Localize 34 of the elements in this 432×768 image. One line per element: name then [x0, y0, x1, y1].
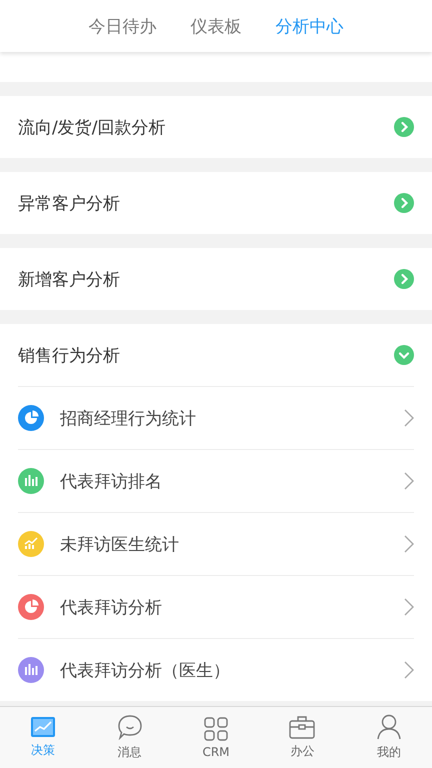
expand-icon[interactable] [394, 117, 414, 137]
briefcase-icon [289, 715, 316, 739]
nav-tab[interactable]: CRM [172, 707, 260, 768]
nav-tab[interactable]: 办公 [259, 707, 346, 768]
expand-icon[interactable] [394, 193, 414, 213]
menu-item[interactable]: 招商经理行为统计 [60, 406, 404, 430]
grid-icon [204, 716, 228, 740]
nav-tab[interactable]: 消息 [86, 707, 173, 768]
menu-item[interactable]: 未拜访医生统计 [60, 532, 404, 556]
chevron-right-icon [404, 661, 414, 679]
bar-chart-icon [18, 657, 44, 683]
nav-tab[interactable]: 我的 [346, 707, 432, 768]
bar-chart-icon [18, 468, 44, 494]
chevron-right-icon [404, 598, 414, 616]
section-title[interactable]: 新增客户分析 [18, 268, 120, 290]
chevron-right-icon [404, 409, 414, 427]
tab[interactable]: 仪表板 [190, 10, 242, 42]
section-title[interactable]: 销售行为分析 [18, 344, 120, 366]
menu-item[interactable]: 代表拜访分析（医生） [60, 658, 404, 682]
expand-icon[interactable] [394, 269, 414, 289]
tab[interactable]: 今日待办 [88, 10, 156, 42]
chevron-right-icon [404, 472, 414, 490]
menu-item[interactable]: 代表拜访分析 [60, 596, 404, 618]
person-icon [376, 714, 401, 740]
chart-icon [30, 716, 56, 738]
chat-bubble-icon [116, 714, 143, 740]
section-title[interactable]: 流向/发货/回款分析 [18, 116, 166, 138]
chevron-right-icon [404, 535, 414, 553]
pie-chart-icon [18, 594, 44, 620]
section-title[interactable]: 异常客户分析 [18, 192, 120, 214]
menu-item[interactable]: 代表拜访排名 [60, 470, 404, 492]
pie-chart-icon [18, 405, 44, 431]
trend-chart-icon [18, 531, 44, 557]
collapse-icon[interactable] [394, 345, 414, 365]
